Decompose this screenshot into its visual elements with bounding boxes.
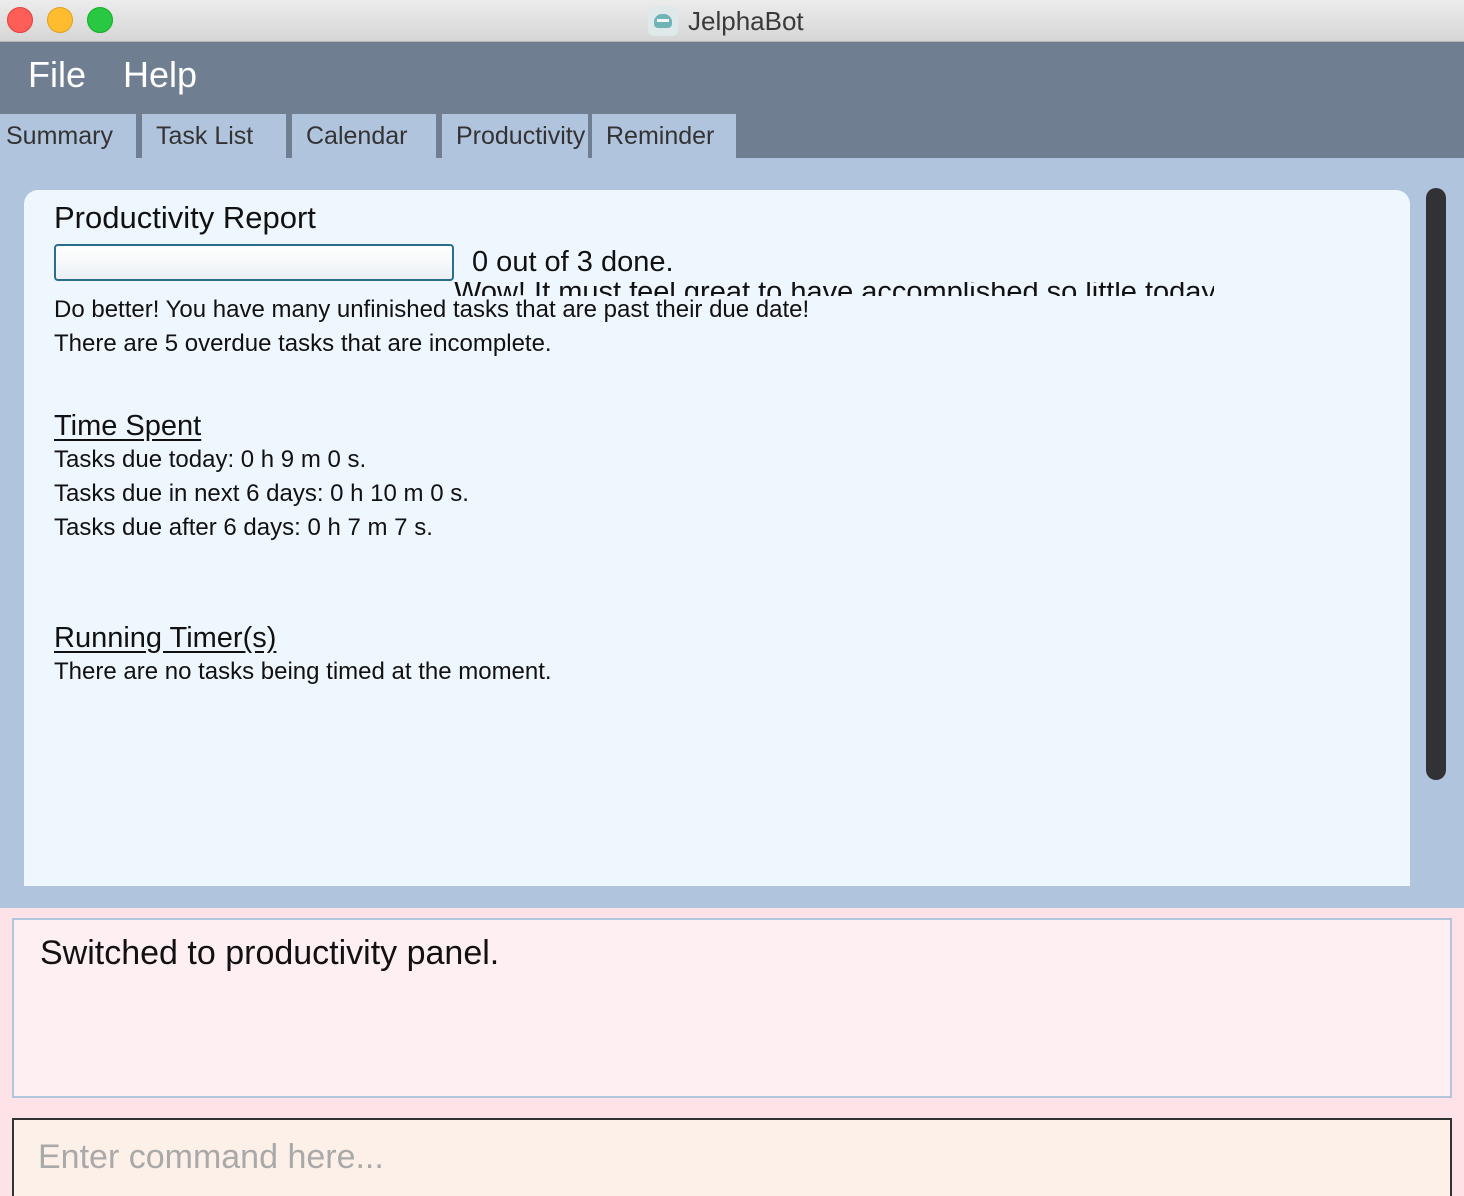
tab-reminder[interactable]: Reminder: [592, 114, 736, 158]
running-timers-title: Running Timer(s): [54, 622, 277, 654]
time-spent-next-6-days: Tasks due in next 6 days: 0 h 10 m 0 s.: [54, 480, 469, 507]
panel-scrollbar[interactable]: [1426, 188, 1446, 780]
tab-summary[interactable]: Summary: [0, 114, 136, 158]
window-title: JelphaBot: [648, 4, 804, 38]
tab-calendar[interactable]: Calendar: [292, 114, 436, 158]
progress-bar: [54, 244, 454, 281]
clipped-message: Wow! It must feel great to have accompli…: [454, 282, 1214, 296]
window-minimize-button[interactable]: [47, 7, 73, 33]
result-display-text: Switched to productivity panel.: [40, 934, 500, 972]
running-timers-text: There are no tasks being timed at the mo…: [54, 658, 552, 685]
menu-file[interactable]: File: [28, 54, 86, 96]
time-spent-title: Time Spent: [54, 410, 202, 442]
overdue-message: Do better! You have many unfinished task…: [54, 296, 810, 323]
window-title-bar: JelphaBot: [0, 0, 1464, 42]
tab-bar: Summary Task List Calendar Productivity …: [0, 110, 1464, 158]
productivity-panel: Productivity Report 0 out of 3 done. Wow…: [24, 190, 1410, 886]
window-maximize-button[interactable]: [87, 7, 113, 33]
window-title-text: JelphaBot: [688, 5, 804, 36]
time-spent-after-6-days: Tasks due after 6 days: 0 h 7 m 7 s.: [54, 514, 433, 541]
time-spent-today: Tasks due today: 0 h 9 m 0 s.: [54, 446, 367, 473]
window-close-button[interactable]: [7, 7, 33, 33]
overdue-count-text: There are 5 overdue tasks that are incom…: [54, 330, 552, 357]
menu-bar: File Help: [0, 42, 1464, 110]
clipped-message-container: Wow! It must feel great to have accompli…: [454, 282, 1214, 296]
jelphabot-robot-icon: [648, 6, 678, 36]
command-input[interactable]: [38, 1134, 1418, 1180]
tab-task-list[interactable]: Task List: [142, 114, 286, 158]
menu-help[interactable]: Help: [123, 54, 197, 96]
tab-productivity[interactable]: Productivity: [442, 114, 588, 158]
main-content: Productivity Report 0 out of 3 done. Wow…: [0, 158, 1464, 908]
result-display: Switched to productivity panel.: [12, 918, 1452, 1098]
progress-text: 0 out of 3 done.: [472, 246, 674, 278]
productivity-report-title: Productivity Report: [54, 200, 316, 235]
command-box: [12, 1118, 1452, 1196]
result-area: Switched to productivity panel.: [0, 908, 1464, 1196]
